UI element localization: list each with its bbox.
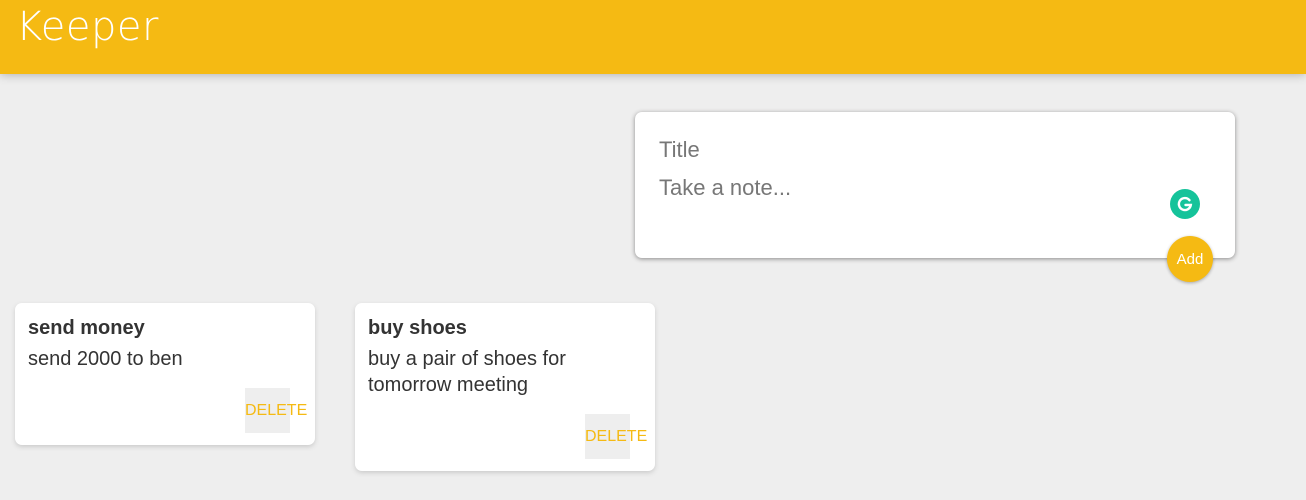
note-content-input[interactable] bbox=[659, 174, 1179, 244]
note-content: send 2000 to ben bbox=[28, 348, 183, 370]
add-note-button[interactable]: Add bbox=[1167, 236, 1213, 282]
create-note-form: Add bbox=[635, 112, 1235, 282]
note-title: send money bbox=[28, 317, 145, 339]
note-card: buy shoes buy a pair of shoes for tomorr… bbox=[355, 303, 655, 471]
note-card: send money send 2000 to ben DELETE bbox=[15, 303, 315, 445]
note-title: buy shoes bbox=[368, 317, 467, 339]
note-title-input[interactable] bbox=[659, 136, 1179, 164]
grammarly-icon[interactable] bbox=[1170, 189, 1200, 219]
note-content: buy a pair of shoes for tomorrow meeting bbox=[368, 348, 572, 396]
app-title: Keeper bbox=[16, 4, 159, 50]
app-header: Keeper bbox=[0, 0, 1306, 74]
delete-note-button[interactable]: DELETE bbox=[245, 388, 307, 433]
delete-note-button[interactable]: DELETE bbox=[585, 414, 647, 459]
